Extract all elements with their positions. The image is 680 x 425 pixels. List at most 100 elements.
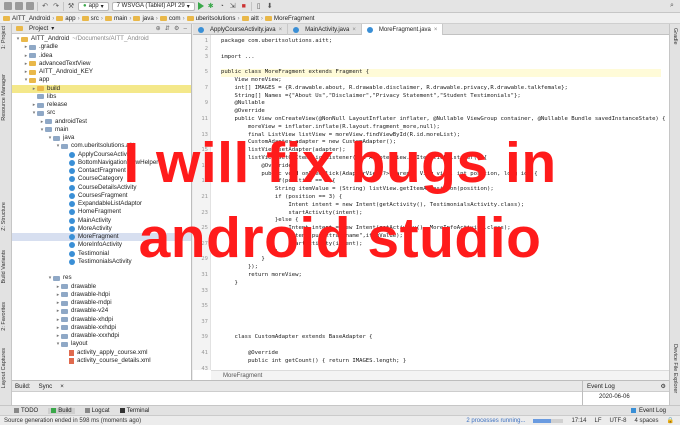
- tree-item[interactable]: ▸ drawable: [12, 283, 191, 291]
- project-view-select[interactable]: Project: [29, 25, 48, 32]
- tree-item[interactable]: ▸ androidTest: [12, 118, 191, 126]
- tree-item[interactable]: ExpandableListAdaptor: [12, 200, 191, 208]
- close-icon[interactable]: ×: [60, 383, 64, 390]
- tree-item[interactable]: ▾ main: [12, 126, 191, 134]
- run-icon[interactable]: [197, 2, 204, 10]
- code-line[interactable]: @Override: [221, 163, 661, 171]
- code-line[interactable]: public View onCreateView(@NonNull Layout…: [221, 116, 665, 124]
- code-line[interactable]: listView.setOnItemClickListener(new Adap…: [221, 155, 661, 163]
- code-line[interactable]: String itemValue = (String) listView.get…: [221, 186, 661, 194]
- code-line[interactable]: public class MoreFragment extends Fragme…: [221, 69, 661, 77]
- editor-tab[interactable]: ApplyCourseActivity.java ×: [193, 24, 289, 35]
- breadcrumb-item[interactable]: main: [104, 15, 127, 22]
- code-line[interactable]: [221, 288, 661, 296]
- file-encoding[interactable]: UTF-8: [610, 418, 627, 424]
- terminal-tab[interactable]: Terminal: [119, 408, 149, 414]
- resource-manager-tab[interactable]: Resource Manager: [1, 74, 7, 121]
- tree-item[interactable]: libs: [12, 93, 191, 101]
- code-line[interactable]: [221, 311, 661, 319]
- search-icon[interactable]: ⌕: [668, 2, 676, 10]
- tree-item[interactable]: ▸ drawable-v24: [12, 307, 191, 315]
- breadcrumb-item[interactable]: MoreFragment: [264, 15, 315, 22]
- code-line[interactable]: if (position == 3) {: [221, 194, 661, 202]
- code-line[interactable]: if(position == 0){: [221, 178, 661, 186]
- tree-item[interactable]: Testimonial: [12, 250, 191, 258]
- tree-item[interactable]: MainActivity: [12, 217, 191, 225]
- code-line[interactable]: }else {: [221, 217, 661, 225]
- code-line[interactable]: Intent intent = new Intent(getActivity()…: [221, 202, 661, 210]
- undo-icon[interactable]: ↶: [41, 2, 49, 10]
- code-line[interactable]: Intent intent = new Intent(getActivity()…: [221, 225, 661, 233]
- tree-item[interactable]: MoreInfoActivity: [12, 241, 191, 249]
- code-line[interactable]: package com.uberitsolutions.aitt;: [221, 38, 661, 46]
- collapse-icon[interactable]: ⇵: [165, 25, 170, 32]
- code-line[interactable]: class CustomAdapter extends BaseAdapter …: [221, 334, 661, 342]
- code-line[interactable]: [221, 342, 661, 350]
- code-line[interactable]: @Nullable: [221, 100, 661, 108]
- tree-item[interactable]: activity_course_details.xml: [12, 357, 191, 365]
- tree-item[interactable]: ▸ drawable-xhdpi: [12, 316, 191, 324]
- breadcrumb-item[interactable]: uberitsolutions: [186, 15, 236, 22]
- breadcrumb-item[interactable]: src: [81, 15, 99, 22]
- breadcrumb-item[interactable]: app: [56, 15, 76, 22]
- code-line[interactable]: public int getCount() { return IMAGES.le…: [221, 358, 661, 366]
- indent-setting[interactable]: 4 spaces: [635, 418, 659, 424]
- code-line[interactable]: CustomAdapter adapter = new CustomAdapte…: [221, 139, 661, 147]
- gear-icon[interactable]: ⚙: [660, 383, 666, 390]
- event-log-tab[interactable]: Event Log: [630, 408, 680, 414]
- code-line[interactable]: [221, 319, 661, 327]
- code-line[interactable]: startActivity(intent);: [221, 210, 661, 218]
- code-line[interactable]: [221, 46, 661, 54]
- open-folder-icon[interactable]: [4, 2, 12, 10]
- caret-position[interactable]: 17:14: [571, 418, 586, 424]
- tree-item[interactable]: ▾ java: [12, 134, 191, 142]
- gear-icon[interactable]: ⚙: [174, 25, 180, 32]
- code-line[interactable]: View moreView;: [221, 77, 661, 85]
- sdk-manager-icon[interactable]: ⬇: [266, 2, 274, 10]
- breadcrumb-item[interactable]: com: [159, 15, 181, 22]
- code-line[interactable]: import ...: [221, 54, 661, 62]
- layout-captures-tab[interactable]: Layout Captures: [1, 348, 7, 388]
- tree-item[interactable]: CourseDetailsActivity: [12, 184, 191, 192]
- code-line[interactable]: [221, 303, 661, 311]
- code-area[interactable]: package com.uberitsolutions.aitt; import …: [221, 38, 666, 380]
- code-line[interactable]: });: [221, 264, 661, 272]
- tree-item[interactable]: ContactFragment: [12, 167, 191, 175]
- debug-icon[interactable]: ✱: [207, 2, 215, 10]
- code-line[interactable]: intent.putExtra("name",itemValue);: [221, 233, 661, 241]
- chevron-down-icon[interactable]: ▾: [51, 25, 54, 32]
- tree-item[interactable]: ▸ drawable-mdpi: [12, 299, 191, 307]
- favorites-tab[interactable]: 2: Favorites: [1, 302, 7, 331]
- tree-item[interactable]: ▸ .idea: [12, 52, 191, 60]
- gradle-tab[interactable]: Gradle: [672, 28, 678, 45]
- code-line[interactable]: String[] Names ={"About Us","Disclaimer"…: [221, 93, 661, 101]
- tree-item[interactable]: activity_apply_course.xml: [12, 349, 191, 357]
- code-line[interactable]: [221, 326, 661, 334]
- build-variants-tab[interactable]: Build Variants: [1, 250, 7, 284]
- profile-icon[interactable]: ◔: [218, 2, 226, 10]
- breadcrumb-item[interactable]: AITT_Android: [3, 15, 50, 22]
- close-icon[interactable]: ×: [279, 27, 283, 33]
- code-line[interactable]: int[] IMAGES = {R.drawable.about, R.draw…: [221, 85, 661, 93]
- tree-item[interactable]: ▾ res: [12, 274, 191, 282]
- structure-tab[interactable]: Z: Structure: [1, 202, 7, 231]
- device-select[interactable]: 7 WSVGA (Tablet) API 29 ▾: [111, 1, 195, 11]
- code-line[interactable]: [221, 61, 661, 69]
- redo-icon[interactable]: ↷: [52, 2, 60, 10]
- tree-item[interactable]: CoursesFragment: [12, 192, 191, 200]
- save-icon[interactable]: [15, 2, 23, 10]
- editor-tab[interactable]: MainActivity.java ×: [288, 24, 362, 35]
- tree-item[interactable]: ApplyCourseActivity: [12, 151, 191, 159]
- tree-item[interactable]: ▸ release: [12, 101, 191, 109]
- logcat-tab[interactable]: Logcat: [84, 408, 110, 414]
- avd-manager-icon[interactable]: ▯: [255, 2, 263, 10]
- code-line[interactable]: }: [221, 280, 661, 288]
- code-line[interactable]: @Override: [221, 108, 661, 116]
- target-icon[interactable]: ⊕: [156, 25, 161, 32]
- editor-breadcrumb[interactable]: MoreFragment: [211, 370, 669, 380]
- tree-item[interactable]: TestimonialsActivity: [12, 258, 191, 266]
- code-line[interactable]: return moreView;: [221, 272, 661, 280]
- tree-item[interactable]: ▸ .gradle: [12, 43, 191, 51]
- status-message[interactable]: Source generation ended in 598 ms (momen…: [4, 418, 141, 424]
- code-line[interactable]: startActivity(intent);: [221, 241, 661, 249]
